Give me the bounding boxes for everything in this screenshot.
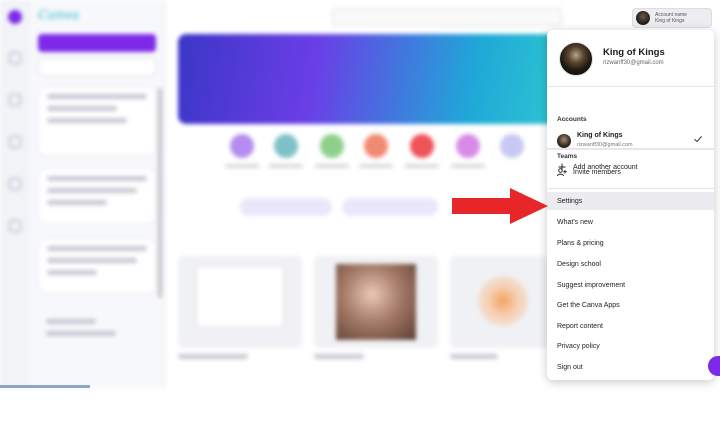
promo-card-2 xyxy=(38,238,156,294)
teams-section-title: Teams xyxy=(557,153,578,160)
suggestion-pill xyxy=(240,198,332,216)
shortcut-circle xyxy=(230,134,254,158)
recent-items-card xyxy=(38,86,156,156)
menu-divider xyxy=(547,148,714,149)
privacy-policy-menu-item[interactable]: Privacy policy xyxy=(547,337,714,355)
search-bar xyxy=(332,8,562,26)
progress-strip xyxy=(0,385,90,388)
account-name: King of Kings xyxy=(577,132,623,139)
shortcut-circle xyxy=(500,134,524,158)
design-school-menu-item[interactable]: Design school xyxy=(547,255,714,273)
menu-item-label: Sign out xyxy=(557,363,583,371)
menu-item-label: Report content xyxy=(557,322,603,330)
shortcut-label xyxy=(269,164,303,168)
settings-menu-item[interactable]: Settings xyxy=(547,192,714,210)
profile-email: rizwanff30@gmail.com xyxy=(603,60,664,66)
create-team-icon xyxy=(6,220,24,232)
create-design-button xyxy=(38,34,156,52)
invite-members-icon xyxy=(557,167,567,177)
report-content-menu-item[interactable]: Report content xyxy=(547,317,714,335)
accounts-section-title: Accounts xyxy=(557,116,587,123)
whats-new-menu-item[interactable]: What's new xyxy=(547,213,714,231)
design-caption xyxy=(450,354,498,359)
avatar xyxy=(636,11,650,25)
checkmark-icon xyxy=(694,136,703,143)
shortcut-circle xyxy=(320,134,344,158)
menu-divider xyxy=(547,86,714,87)
menu-item-label: Design school xyxy=(557,260,601,268)
design-caption xyxy=(178,354,248,359)
shortcut-label xyxy=(315,164,349,168)
account-chip-text: Account name King of Kings xyxy=(655,12,687,24)
profile-name: King of Kings xyxy=(603,47,665,58)
invite-members-label: Invite members xyxy=(573,168,621,176)
menu-item-label: Plans & pricing xyxy=(557,239,604,247)
shortcut-circle xyxy=(274,134,298,158)
design-thumbnail xyxy=(314,256,438,348)
invite-members-button[interactable]: Invite members xyxy=(547,163,714,181)
menu-item-label: Privacy policy xyxy=(557,342,600,350)
hero-banner xyxy=(178,34,568,124)
invite-people-button xyxy=(38,58,156,76)
get-apps-menu-item[interactable]: Get the Canva Apps xyxy=(547,296,714,314)
design-thumbnail xyxy=(450,256,550,348)
sign-out-menu-item[interactable]: Sign out xyxy=(547,358,714,376)
account-avatar xyxy=(557,134,571,148)
templates-icon xyxy=(6,94,24,106)
menu-divider xyxy=(547,149,714,150)
suggestion-pill xyxy=(342,198,438,216)
design-thumbnail xyxy=(178,256,302,348)
design-caption xyxy=(314,354,364,359)
projects-icon xyxy=(6,52,24,64)
left-nav-rail xyxy=(0,0,30,388)
account-menu: King of Kings rizwanff30@gmail.com Accou… xyxy=(547,30,714,380)
side-panel: Canva xyxy=(30,0,165,388)
canva-logo: Canva xyxy=(38,8,80,23)
red-arrow-annotation xyxy=(452,188,548,224)
shortcut-label xyxy=(451,164,485,168)
menu-item-label: Suggest improvement xyxy=(557,281,626,289)
shortcut-label xyxy=(359,164,393,168)
apps-icon xyxy=(6,178,24,190)
promo-card xyxy=(38,168,156,224)
side-panel-scrollbar xyxy=(158,88,162,298)
profile-avatar xyxy=(559,42,593,76)
menu-item-label: What's new xyxy=(557,218,593,226)
brand-icon xyxy=(6,136,24,148)
plans-pricing-menu-item[interactable]: Plans & pricing xyxy=(547,234,714,252)
shortcut-label xyxy=(225,164,259,168)
side-footer xyxy=(38,312,156,352)
account-chip-line2: King of Kings xyxy=(655,18,685,24)
shortcut-circle xyxy=(364,134,388,158)
account-chip[interactable]: Account name King of Kings xyxy=(632,8,712,28)
menu-item-label: Settings xyxy=(557,197,583,205)
menu-item-label: Get the Canva Apps xyxy=(557,301,620,309)
home-icon xyxy=(8,10,22,24)
shortcut-label xyxy=(405,164,439,168)
shortcut-circle xyxy=(410,134,434,158)
suggest-improvement-menu-item[interactable]: Suggest improvement xyxy=(547,276,714,294)
menu-divider xyxy=(547,188,714,189)
shortcut-circle xyxy=(456,134,480,158)
